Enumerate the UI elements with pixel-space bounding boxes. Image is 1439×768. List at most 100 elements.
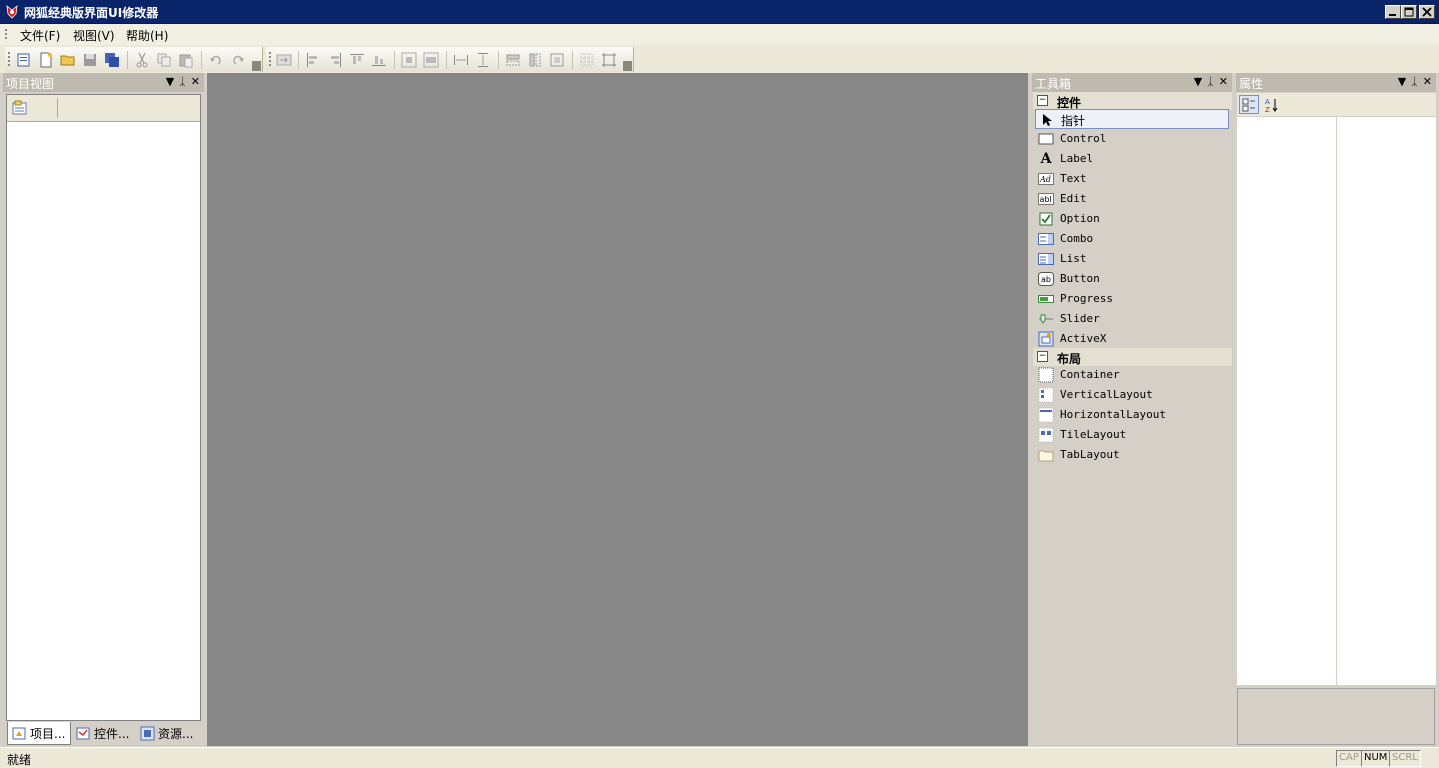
tool-slider[interactable]: Slider	[1035, 309, 1229, 329]
open-button[interactable]	[59, 51, 77, 69]
tab-controls-label: 控件...	[94, 727, 130, 741]
toolbar-overflow-button[interactable]	[623, 61, 632, 71]
close-icon	[1422, 7, 1432, 17]
app-icon	[6, 5, 18, 19]
new-file-button[interactable]	[37, 51, 55, 69]
alphabetical-button[interactable]: AZ	[1262, 95, 1282, 114]
close-icon[interactable]: ✕	[1219, 75, 1228, 88]
project-tree[interactable]	[6, 94, 201, 721]
properties-panel-header[interactable]: 属性 ▼ ᛣ ✕	[1236, 73, 1436, 92]
design-workspace[interactable]	[207, 73, 1028, 746]
toolbar-separator	[572, 51, 573, 69]
grid-toggle-button[interactable]	[578, 51, 596, 69]
align-left-button[interactable]	[304, 51, 322, 69]
collapse-icon[interactable]: −	[1037, 351, 1048, 362]
redo-button[interactable]	[229, 51, 247, 69]
menu-view[interactable]: 视图(V)	[73, 27, 115, 44]
properties-button[interactable]	[12, 100, 28, 119]
property-grid-divider[interactable]	[1336, 117, 1337, 685]
tile-layout-icon	[1038, 427, 1054, 443]
collapse-icon[interactable]: −	[1037, 95, 1048, 106]
undo-button[interactable]	[207, 51, 225, 69]
dropdown-icon[interactable]: ▼	[1194, 75, 1202, 88]
new-project-button[interactable]	[15, 51, 33, 69]
same-width-button[interactable]	[504, 51, 522, 69]
menu-grip[interactable]	[5, 29, 7, 41]
tab-project[interactable]: 项目...	[7, 722, 71, 745]
project-panel-header[interactable]: 项目视图 ▼ ᛣ ✕	[3, 73, 204, 92]
align-top-button[interactable]	[348, 51, 366, 69]
button-icon: ab	[1038, 271, 1054, 287]
tool-vertical-layout[interactable]: VerticalLayout	[1035, 385, 1229, 405]
toolbar-overflow-button[interactable]	[252, 61, 261, 71]
tool-tab-layout[interactable]: TabLayout	[1035, 445, 1229, 465]
close-icon[interactable]: ✕	[1423, 75, 1432, 88]
resources-icon	[140, 726, 155, 741]
tab-order-button[interactable]	[275, 51, 293, 69]
center-vertical-button[interactable]	[422, 51, 440, 69]
tool-horizontal-layout[interactable]: HorizontalLayout	[1035, 405, 1229, 425]
same-size-icon	[550, 53, 564, 67]
tool-label: Label	[1060, 152, 1094, 165]
toolbox-panel-header[interactable]: 工具箱 ▼ ᛣ ✕	[1032, 73, 1232, 92]
same-size-button[interactable]	[548, 51, 566, 69]
tool-progress[interactable]: Progress	[1035, 289, 1229, 309]
paste-button[interactable]	[177, 51, 195, 69]
align-bottom-button[interactable]	[370, 51, 388, 69]
save-all-button[interactable]	[103, 51, 121, 69]
tool-tile-layout[interactable]: TileLayout	[1035, 425, 1229, 445]
tool-control[interactable]: Control	[1035, 129, 1229, 149]
tool-combo[interactable]: Combo	[1035, 229, 1229, 249]
tool-text[interactable]: Ad Text	[1035, 169, 1229, 189]
same-height-button[interactable]	[526, 51, 544, 69]
space-vertical-button[interactable]	[474, 51, 492, 69]
text-icon: Ad	[1038, 171, 1054, 187]
pin-icon[interactable]: ᛣ	[1207, 75, 1214, 88]
guides-toggle-button[interactable]	[600, 51, 618, 69]
tool-label-control[interactable]: A Label	[1035, 149, 1229, 169]
tool-button[interactable]: ab Button	[1035, 269, 1229, 289]
tab-resources[interactable]: 资源...	[136, 722, 206, 745]
maximize-button[interactable]	[1401, 5, 1417, 19]
status-bar: 就绪 CAP NUM SCRL	[0, 747, 1439, 768]
tool-option[interactable]: Option	[1035, 209, 1229, 229]
left-panel-tabs: 项目... 控件... 资源...	[2, 722, 207, 746]
layout-toolbar	[266, 47, 634, 72]
pin-icon[interactable]: ᛣ	[1411, 75, 1418, 88]
svg-text:ab: ab	[1041, 275, 1051, 284]
dropdown-icon[interactable]: ▼	[166, 75, 174, 88]
svg-text:abl: abl	[1040, 195, 1052, 204]
align-left-icon	[307, 53, 317, 67]
tool-edit[interactable]: abl Edit	[1035, 189, 1229, 209]
center-horizontal-button[interactable]	[400, 51, 418, 69]
cut-button[interactable]	[133, 51, 151, 69]
minimize-button[interactable]	[1385, 5, 1401, 19]
tool-label: Button	[1060, 272, 1100, 285]
toolbox-category-layout[interactable]: − 布局	[1033, 348, 1232, 366]
align-right-button[interactable]	[326, 51, 344, 69]
toolbar-grip[interactable]	[269, 52, 271, 66]
close-button[interactable]	[1419, 5, 1435, 19]
toolbar-separator	[127, 51, 128, 69]
tool-container[interactable]: Container	[1035, 365, 1229, 385]
toolbar-grip[interactable]	[8, 52, 10, 66]
tool-activex[interactable]: ActiveX	[1035, 329, 1229, 349]
space-horizontal-button[interactable]	[452, 51, 470, 69]
categorized-button[interactable]	[1239, 95, 1259, 114]
close-icon[interactable]: ✕	[191, 75, 200, 88]
tool-list[interactable]: List	[1035, 249, 1229, 269]
menu-file[interactable]: 文件(F)	[20, 27, 60, 44]
tool-pointer[interactable]: 指针	[1035, 109, 1229, 129]
cut-icon	[136, 52, 148, 68]
pin-icon[interactable]: ᛣ	[179, 75, 186, 88]
tool-label: Edit	[1060, 192, 1087, 205]
copy-button[interactable]	[155, 51, 173, 69]
menu-help[interactable]: 帮助(H)	[126, 27, 168, 44]
tab-controls[interactable]: 控件...	[72, 722, 136, 745]
save-button[interactable]	[81, 51, 99, 69]
toolbox-category-controls[interactable]: − 控件	[1033, 92, 1232, 110]
title-bar[interactable]: 网狐经典版界面UI修改器	[0, 0, 1439, 24]
dropdown-icon[interactable]: ▼	[1398, 75, 1406, 88]
guides-icon	[602, 53, 616, 67]
horizontal-layout-icon	[1038, 407, 1054, 423]
